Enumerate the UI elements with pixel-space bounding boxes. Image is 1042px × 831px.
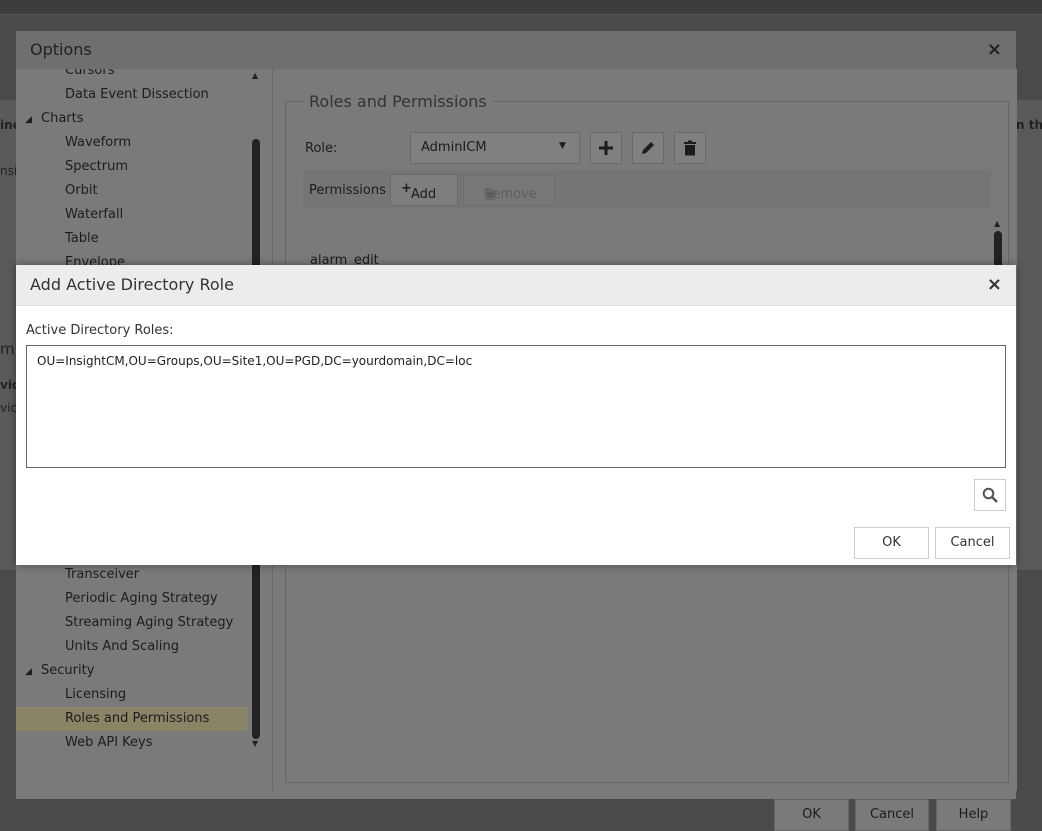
options-close-icon[interactable]: × [987, 39, 1002, 60]
plus-icon [599, 141, 613, 155]
tree-item-label: Charts [41, 111, 84, 126]
scroll-down-icon[interactable]: ▼ [252, 739, 258, 748]
cancel-button[interactable]: Cancel [935, 527, 1010, 559]
options-title: Options [30, 40, 92, 59]
dialog-header: Add Active Directory Role × [16, 265, 1016, 306]
tree-item-units-and-scaling[interactable]: Units And Scaling [65, 639, 179, 654]
background-text: vic [0, 401, 18, 415]
tree-item-label: Security [41, 663, 95, 678]
tree-item-spectrum[interactable]: Spectrum [65, 159, 128, 174]
tree-item-cursors[interactable]: Cursors [65, 69, 115, 78]
ad-roles-label: Active Directory Roles: [26, 323, 174, 338]
scroll-up-icon[interactable]: ▲ [994, 219, 1000, 228]
tree-item-waterfall[interactable]: Waterfall [65, 207, 123, 222]
tree-item-security[interactable]: ◢ Security [25, 663, 95, 678]
add-ad-role-dialog: Add Active Directory Role × Active Direc… [16, 265, 1016, 565]
tree-item-licensing[interactable]: Licensing [65, 687, 126, 702]
trash-icon [684, 140, 696, 156]
role-label: Role: [305, 141, 338, 156]
tree-item-periodic-aging-strategy[interactable]: Periodic Aging Strategy [65, 591, 218, 606]
section-title: Roles and Permissions [303, 92, 493, 111]
ad-roles-value: OU=InsightCM,OU=Groups,OU=Site1,OU=PGD,D… [37, 354, 473, 368]
background-text: m [0, 340, 15, 358]
tree-item-orbit[interactable]: Orbit [65, 183, 98, 198]
role-dropdown[interactable]: AdminICM ▼ [410, 132, 580, 164]
app-top-bar [0, 0, 1042, 15]
add-role-button[interactable] [590, 132, 622, 164]
scroll-up-icon[interactable]: ▲ [252, 71, 258, 80]
background-text: nsi [0, 164, 18, 178]
ad-roles-textarea[interactable]: OU=InsightCM,OU=Groups,OU=Site1,OU=PGD,D… [26, 345, 1006, 468]
expand-arrow-icon[interactable]: ◢ [25, 115, 39, 125]
tree-item-transceiver[interactable]: Transceiver [65, 567, 139, 582]
remove-permission-label: Remove [484, 187, 537, 202]
options-ok-button[interactable]: OK [774, 799, 849, 831]
options-cancel-button[interactable]: Cancel [855, 799, 929, 831]
chevron-down-icon: ▼ [559, 141, 566, 151]
options-header: Options × [16, 31, 1016, 69]
dialog-title: Add Active Directory Role [30, 275, 234, 294]
permissions-scrollbar[interactable]: ▲ [993, 219, 1003, 271]
expand-arrow-icon[interactable]: ◢ [25, 667, 39, 677]
search-icon [982, 487, 998, 503]
add-permission-label: Add [411, 187, 437, 202]
tree-item-web-api-keys[interactable]: Web API Keys [65, 735, 153, 750]
tree-item-table[interactable]: Table [65, 231, 99, 246]
permissions-label: Permissions [309, 183, 386, 198]
close-icon[interactable]: × [987, 274, 1002, 295]
role-dropdown-value: AdminICM [421, 140, 487, 155]
remove-permission-button[interactable]: ▣ Remove [463, 174, 555, 206]
tree-item-charts[interactable]: ◢ Charts [25, 111, 84, 126]
pencil-icon [642, 142, 654, 154]
tree-item-roles-and-permissions[interactable]: Roles and Permissions [65, 711, 209, 726]
delete-role-button[interactable] [674, 132, 706, 164]
background-right-panel [1016, 100, 1042, 570]
tree-item-data-event-dissection[interactable]: Data Event Dissection [65, 87, 209, 102]
add-permission-button[interactable]: + Add [390, 174, 458, 206]
ok-button[interactable]: OK [854, 527, 929, 559]
tree-item-waveform[interactable]: Waveform [65, 135, 131, 150]
tree-item-streaming-aging-strategy[interactable]: Streaming Aging Strategy [65, 615, 233, 630]
edit-role-button[interactable] [632, 132, 664, 164]
options-help-button[interactable]: Help [936, 799, 1011, 831]
search-button[interactable] [974, 479, 1006, 511]
background-text: n the [1016, 118, 1042, 132]
